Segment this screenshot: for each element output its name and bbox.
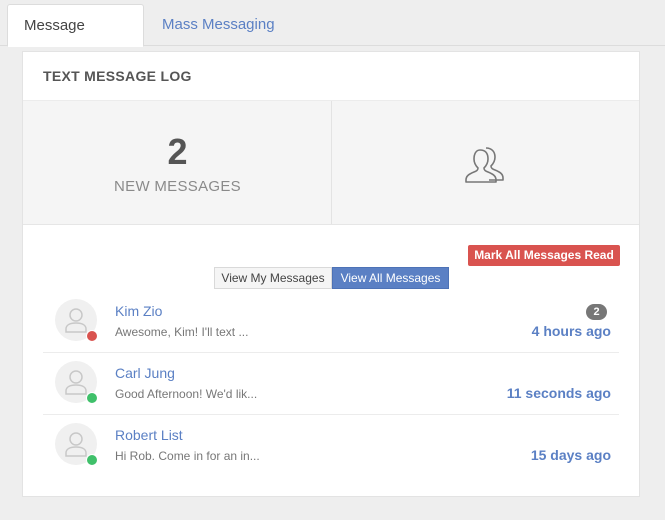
contacts-stat — [332, 101, 639, 224]
contact-name[interactable]: Carl Jung — [115, 365, 175, 381]
message-preview: Hi Rob. Come in for an in... — [115, 449, 260, 463]
message-row[interactable]: Kim Zio Awesome, Kim! I'll text ... 2 4 … — [43, 291, 619, 353]
message-preview: Awesome, Kim! I'll text ... — [115, 325, 249, 339]
text-message-log-panel: TEXT MESSAGE LOG 2 NEW MESSAGES Mark All… — [22, 51, 640, 497]
status-dot-green — [86, 392, 98, 404]
status-dot-green — [86, 454, 98, 466]
message-row[interactable]: Robert List Hi Rob. Come in for an in...… — [43, 415, 619, 477]
message-row[interactable]: Carl Jung Good Afternoon! We'd lik... 11… — [43, 353, 619, 415]
new-messages-label: NEW MESSAGES — [114, 178, 241, 195]
user-avatar-icon — [65, 432, 87, 457]
view-all-messages-button[interactable]: View All Messages — [332, 267, 449, 289]
panel-title: TEXT MESSAGE LOG — [43, 68, 192, 84]
message-time: 4 hours ago — [531, 323, 611, 339]
mark-all-read-button[interactable]: Mark All Messages Read — [468, 245, 620, 266]
message-preview: Good Afternoon! We'd lik... — [115, 387, 258, 401]
user-avatar-icon — [65, 370, 87, 395]
contact-name[interactable]: Kim Zio — [115, 303, 162, 319]
stats-area: 2 NEW MESSAGES — [23, 100, 639, 225]
message-time: 11 seconds ago — [506, 385, 611, 401]
contact-name[interactable]: Robert List — [115, 427, 183, 443]
new-messages-stat: 2 NEW MESSAGES — [23, 101, 332, 224]
tab-bar: Message Center Mass Messaging — [0, 0, 665, 76]
tab-message-center[interactable]: Message Center — [7, 4, 144, 76]
message-time: 15 days ago — [530, 447, 611, 463]
user-avatar-icon — [65, 308, 87, 333]
tab-mass-messaging[interactable]: Mass Messaging — [146, 4, 291, 46]
unread-count-badge: 2 — [586, 304, 607, 320]
users-icon — [465, 147, 504, 183]
status-dot-red — [86, 330, 98, 342]
new-messages-count: 2 — [167, 131, 188, 172]
view-my-messages-button[interactable]: View My Messages — [214, 267, 332, 289]
